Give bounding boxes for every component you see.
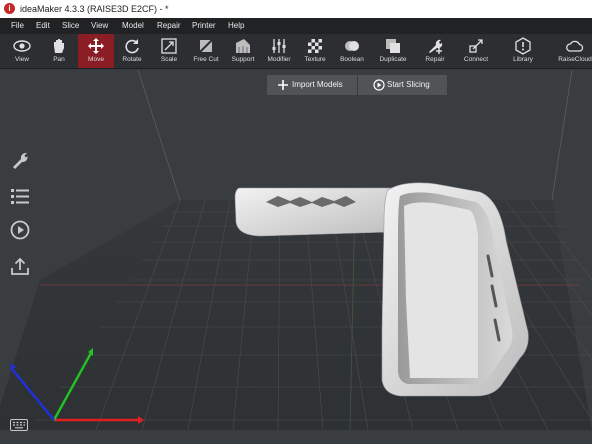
duplicate-icon <box>386 39 400 53</box>
menu-slice[interactable]: Slice <box>62 21 79 30</box>
menu-edit[interactable]: Edit <box>36 21 50 30</box>
print-bed-scene <box>0 69 592 444</box>
plus-icon <box>278 80 288 90</box>
play-icon[interactable] <box>10 220 30 240</box>
keyboard-icon[interactable] <box>10 418 28 431</box>
boolean-icon <box>345 41 359 51</box>
rotate-button[interactable]: Rotate <box>116 34 148 68</box>
view-button[interactable]: View <box>6 34 38 68</box>
start-slicing-button[interactable]: Start Slicing <box>371 75 447 95</box>
wrench-icon[interactable] <box>10 150 30 170</box>
eye-icon <box>13 40 31 52</box>
ideamaker-logo-icon: i <box>4 3 15 14</box>
import-models-button[interactable]: Import Models <box>275 75 361 95</box>
library-button[interactable]: Library <box>506 34 540 68</box>
3d-viewport[interactable] <box>0 69 592 444</box>
wrench-plus-icon <box>429 39 443 54</box>
list-icon[interactable] <box>10 186 30 206</box>
menu-file[interactable]: File <box>11 21 24 30</box>
boolean-button[interactable]: Boolean <box>335 34 369 68</box>
repair-button[interactable]: Repair <box>418 34 452 68</box>
raisecloud-button[interactable]: RaiseCloud <box>558 34 592 68</box>
connect-icon <box>469 39 483 53</box>
menu-printer[interactable]: Printer <box>192 21 216 30</box>
action-bar: Import Models Start Slicing <box>267 75 447 95</box>
move-button[interactable]: Move <box>78 34 114 68</box>
menu-bar: File Edit Slice View Model Repair Printe… <box>0 18 592 34</box>
cut-icon <box>198 38 214 54</box>
menu-repair[interactable]: Repair <box>157 21 181 30</box>
scale-button[interactable]: Scale <box>153 34 185 68</box>
menu-view[interactable]: View <box>91 21 108 30</box>
window-title: ideaMaker 4.3.3 (RAISE3D E2CF) - * <box>20 4 169 14</box>
support-button[interactable]: Support <box>226 34 260 68</box>
library-icon <box>515 37 531 55</box>
texture-icon <box>308 39 322 53</box>
rotate-icon <box>125 39 139 54</box>
move-arrows-icon <box>88 38 104 54</box>
play-circle-icon <box>373 79 385 91</box>
cloud-icon <box>566 40 584 52</box>
title-bar: i ideaMaker 4.3.3 (RAISE3D E2CF) - * <box>0 0 592 18</box>
pan-button[interactable]: Pan <box>42 34 76 68</box>
free-cut-button[interactable]: Free Cut <box>189 34 223 68</box>
sliders-icon <box>272 39 286 53</box>
texture-button[interactable]: Texture <box>299 34 331 68</box>
menu-model[interactable]: Model <box>122 21 144 30</box>
hand-icon <box>54 39 64 53</box>
duplicate-button[interactable]: Duplicate <box>375 34 411 68</box>
upload-icon[interactable] <box>10 256 30 276</box>
modifier-button[interactable]: Modifier <box>262 34 296 68</box>
scale-icon <box>161 38 177 54</box>
bracket-arm-model <box>234 187 399 237</box>
connect-button[interactable]: Connect <box>459 34 493 68</box>
toolbar: View Pan Move Rotate Scale Free Cut Supp… <box>0 34 592 69</box>
support-icon <box>236 39 250 53</box>
action-divider <box>357 75 358 95</box>
menu-help[interactable]: Help <box>228 21 244 30</box>
